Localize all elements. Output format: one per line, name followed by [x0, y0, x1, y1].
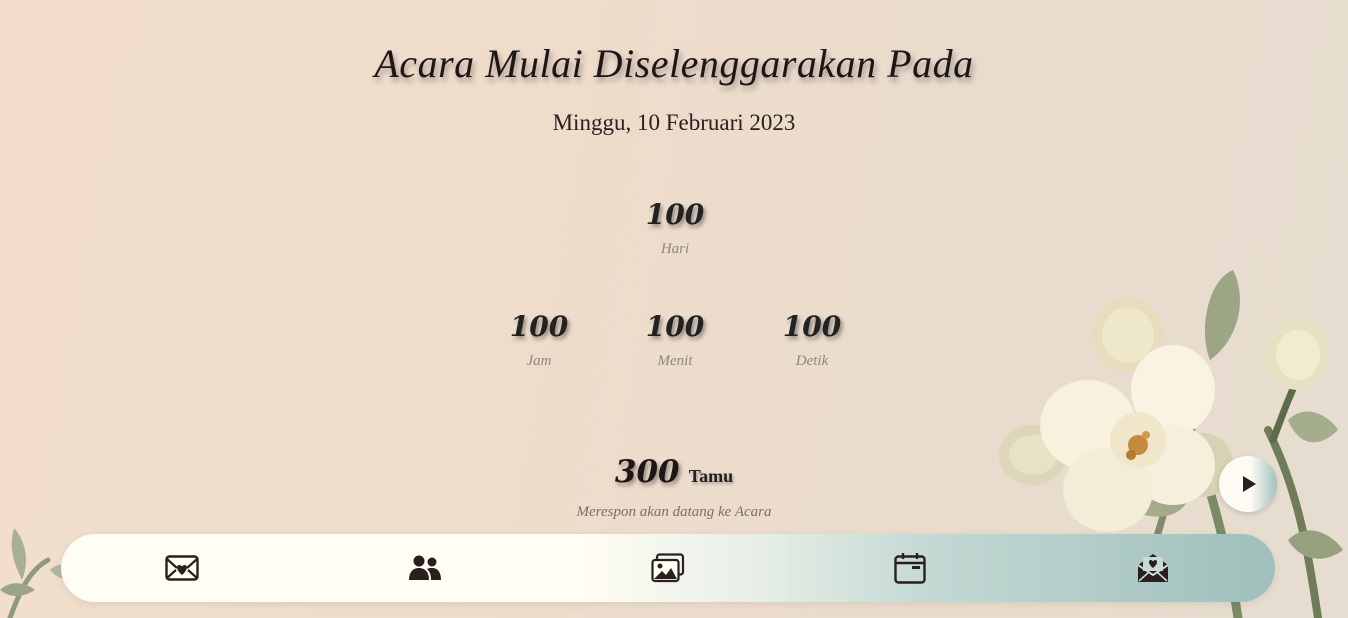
guest-count-value: 300	[614, 454, 680, 490]
gallery-icon	[651, 553, 685, 583]
countdown-days: 100 Hari	[615, 198, 735, 258]
guest-count-unit: Tamu	[688, 466, 734, 486]
countdown-seconds: 100 Detik	[752, 310, 872, 370]
nav-item-gallery[interactable]	[650, 550, 686, 586]
envelope-letter-icon	[1137, 554, 1169, 582]
nav-item-invitation[interactable]	[164, 550, 200, 586]
guest-description: Merespon akan datang ke Acara	[576, 504, 772, 520]
nav-item-rsvp[interactable]	[1135, 550, 1171, 586]
couple-icon	[409, 555, 441, 580]
countdown-days-value: 100	[645, 198, 705, 231]
event-date: Minggu, 10 Februari 2023	[552, 110, 796, 135]
countdown-minutes: 100 Menit	[615, 310, 735, 370]
countdown-hours-value: 100	[509, 310, 569, 343]
guest-count: 300 Tamu	[0, 454, 1348, 490]
countdown-seconds-label: Detik	[795, 353, 829, 369]
countdown-days-label: Hari	[660, 241, 690, 257]
countdown-seconds-value: 100	[782, 310, 842, 343]
event-heading: Acara Mulai Diselenggarakan Pada	[374, 41, 974, 86]
countdown-section: Acara Mulai Diselenggarakan Pada Minggu,…	[0, 0, 1348, 618]
music-play-button[interactable]	[1219, 456, 1277, 512]
countdown-hours: 100 Jam	[479, 310, 599, 370]
play-icon	[1243, 476, 1256, 492]
calendar-icon	[894, 553, 926, 584]
countdown-minutes-label: Menit	[657, 353, 693, 369]
countdown-minutes-value: 100	[645, 310, 705, 343]
nav-item-event-date[interactable]	[892, 550, 928, 586]
envelope-heart-icon	[165, 555, 199, 581]
countdown-hours-label: Jam	[526, 353, 552, 369]
bottom-navigation	[61, 534, 1275, 602]
nav-item-couple[interactable]	[407, 550, 443, 586]
